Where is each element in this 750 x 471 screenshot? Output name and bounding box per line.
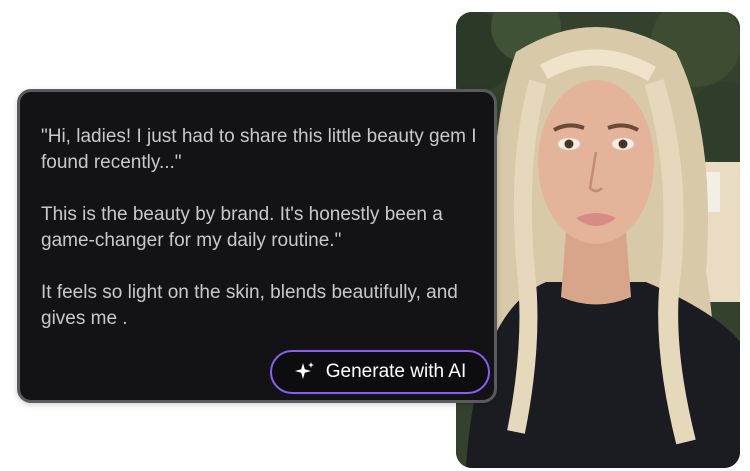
ai-script-generator-scene: "Hi, ladies! I just had to share this li… [0, 0, 750, 471]
script-text: "Hi, ladies! I just had to share this li… [41, 124, 481, 332]
script-paragraph-2: This is the beauty by brand. It's honest… [41, 204, 443, 251]
script-paragraph-1: "Hi, ladies! I just had to share this li… [41, 126, 477, 173]
generate-with-ai-button[interactable]: Generate with AI [270, 350, 490, 394]
script-card: "Hi, ladies! I just had to share this li… [17, 89, 497, 403]
sparkle-icon [294, 361, 316, 383]
presenter-photo [456, 12, 740, 468]
script-paragraph-3: It feels so light on the skin, blends be… [41, 282, 458, 329]
presenter-illustration [456, 12, 740, 468]
generate-button-label: Generate with AI [325, 361, 467, 382]
